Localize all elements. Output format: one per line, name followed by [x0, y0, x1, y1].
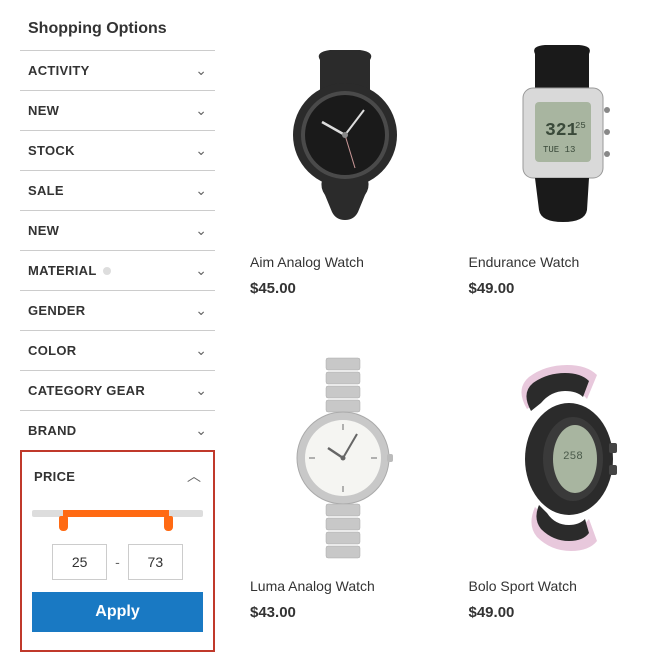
filter-brand[interactable]: BRAND ⌄ [20, 411, 215, 451]
product-image [250, 354, 430, 564]
chevron-down-icon: ⌄ [195, 262, 207, 279]
chevron-down-icon: ⌄ [195, 182, 207, 199]
filter-label: PRICE [34, 469, 75, 484]
price-slider[interactable] [32, 506, 203, 530]
filter-label: SALE [28, 183, 64, 198]
product-name: Aim Analog Watch [250, 254, 439, 270]
product-image: 258 [469, 354, 649, 564]
product-name: Endurance Watch [469, 254, 657, 270]
slider-handle-max[interactable] [164, 516, 173, 531]
filter-sale[interactable]: SALE ⌄ [20, 171, 215, 211]
sidebar-title: Shopping Options [20, 20, 215, 38]
filter-color[interactable]: COLOR ⌄ [20, 331, 215, 371]
chevron-down-icon: ⌄ [195, 342, 207, 359]
svg-text:25: 25 [575, 121, 586, 131]
price-max-input[interactable] [128, 544, 183, 580]
filter-new-2[interactable]: NEW ⌄ [20, 211, 215, 251]
filter-label: GENDER [28, 303, 85, 318]
filter-stock[interactable]: STOCK ⌄ [20, 131, 215, 171]
slider-handle-min[interactable] [59, 516, 68, 531]
product-image [250, 30, 430, 240]
product-price: $43.00 [250, 604, 439, 621]
filter-new[interactable]: NEW ⌄ [20, 91, 215, 131]
svg-text:TUE 13: TUE 13 [543, 145, 575, 155]
filter-label: MATERIAL [28, 263, 111, 278]
product-card[interactable]: Aim Analog Watch $45.00 [250, 30, 439, 329]
product-name: Bolo Sport Watch [469, 578, 657, 594]
chevron-down-icon: ⌄ [195, 382, 207, 399]
filter-list: ACTIVITY ⌄ NEW ⌄ STOCK ⌄ SALE ⌄ NEW ⌄ MA… [20, 50, 215, 451]
filter-material[interactable]: MATERIAL ⌄ [20, 251, 215, 291]
chevron-down-icon: ⌄ [195, 62, 207, 79]
product-price: $49.00 [469, 280, 657, 297]
filter-label: BRAND [28, 423, 76, 438]
filter-gender[interactable]: GENDER ⌄ [20, 291, 215, 331]
chevron-down-icon: ⌄ [195, 222, 207, 239]
apply-button[interactable]: Apply [32, 592, 203, 632]
chevron-down-icon: ⌄ [195, 142, 207, 159]
product-price: $49.00 [469, 604, 657, 621]
product-name: Luma Analog Watch [250, 578, 439, 594]
filter-price-header[interactable]: PRICE ︿ [32, 462, 203, 500]
product-price: $45.00 [250, 280, 439, 297]
product-grid: Aim Analog Watch $45.00 321 25 TUE 13 [250, 20, 657, 652]
price-min-input[interactable] [52, 544, 107, 580]
product-image: 321 25 TUE 13 [469, 30, 649, 240]
slider-fill [63, 510, 169, 517]
filter-label: ACTIVITY [28, 63, 90, 78]
filter-price-section: PRICE ︿ - Apply [20, 450, 215, 652]
filter-category-gear[interactable]: CATEGORY GEAR ⌄ [20, 371, 215, 411]
price-range-inputs: - [32, 544, 203, 580]
chevron-down-icon: ⌄ [195, 422, 207, 439]
product-card[interactable]: 258 Bolo Sport Watch $49.00 [469, 354, 657, 652]
filter-label: STOCK [28, 143, 75, 158]
filter-activity[interactable]: ACTIVITY ⌄ [20, 51, 215, 91]
filter-label: NEW [28, 223, 59, 238]
svg-text:321: 321 [545, 121, 578, 141]
product-card[interactable]: 321 25 TUE 13 Endurance Watch $49.00 [469, 30, 657, 329]
chevron-down-icon: ⌄ [195, 102, 207, 119]
range-separator: - [115, 554, 120, 570]
svg-text:258: 258 [563, 451, 583, 463]
chevron-up-icon: ︿ [187, 466, 201, 486]
chevron-down-icon: ⌄ [195, 302, 207, 319]
filter-label: COLOR [28, 343, 76, 358]
filter-label: CATEGORY GEAR [28, 383, 145, 398]
filter-label: NEW [28, 103, 59, 118]
indicator-dot-icon [103, 267, 111, 275]
filter-sidebar: Shopping Options ACTIVITY ⌄ NEW ⌄ STOCK … [20, 20, 215, 652]
product-card[interactable]: Luma Analog Watch $43.00 [250, 354, 439, 652]
